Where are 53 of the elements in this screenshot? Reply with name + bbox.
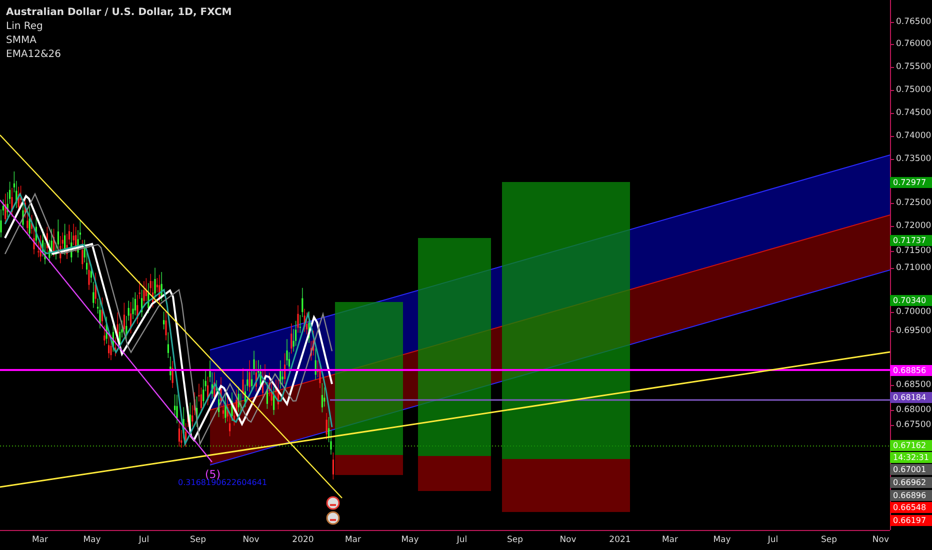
date-label: May [713, 535, 731, 545]
price-label: 0.68000 [896, 405, 932, 415]
price-label: 0.76500 [896, 17, 932, 27]
price-label: 0.72500 [896, 198, 932, 208]
price-badge: 0.67162 [890, 440, 932, 451]
legend-text: EMA12&26 [6, 48, 62, 61]
legend-text: SMMA [6, 34, 38, 47]
price-label: 0.68500 [896, 380, 932, 390]
price-label: 0.74000 [896, 131, 932, 141]
date-label: Sep [190, 535, 206, 545]
price-badge: 0.66197 [890, 515, 932, 526]
date-label: Nov [872, 535, 889, 545]
price-label: 0.70000 [896, 307, 932, 317]
date-label: 2020 [292, 535, 314, 545]
price-label: 0.76000 [896, 39, 932, 49]
price-badge: 0.68856 [890, 365, 932, 376]
event-icon[interactable] [326, 496, 340, 510]
price-label: 0.72000 [896, 221, 932, 231]
date-label: Sep [820, 535, 838, 545]
legend-text: Lin Reg [6, 20, 44, 33]
price-label: 0.69500 [896, 326, 932, 336]
date-label: May [83, 535, 101, 545]
value-label: 0.3168190622604641 [178, 478, 268, 487]
date-label: Jul [768, 535, 778, 545]
price-badge: 14:32:31 [890, 452, 932, 463]
date-label: Sep [506, 535, 524, 545]
date-label: Nov [242, 535, 260, 545]
price-label: 0.75500 [896, 62, 932, 72]
price-label: 0.74500 [896, 108, 932, 118]
date-label: Nov [560, 535, 576, 545]
date-label: Mar [32, 535, 48, 545]
price-badge: 0.67001 [890, 464, 932, 475]
date-label: Jul [456, 535, 468, 545]
price-badge: 0.72977 [890, 177, 932, 188]
legend-text: Australian Dollar / U.S. Dollar, 1D, FXCM [6, 6, 232, 19]
price-label: 0.67500 [896, 420, 932, 430]
price-badge: 0.68184 [890, 392, 932, 403]
price-label: 0.71500 [896, 246, 932, 256]
event-icon[interactable] [326, 511, 340, 525]
price-label: 0.75000 [896, 85, 932, 95]
date-label: May [401, 535, 419, 545]
date-label: Mar [344, 535, 362, 545]
price-label: 0.73500 [896, 154, 932, 164]
price-badge: 0.70340 [890, 295, 932, 306]
price-badge: 0.71737 [890, 235, 932, 246]
date-label: 2021 [609, 535, 631, 545]
price-badge: 0.66962 [890, 477, 932, 488]
price-badge: 0.66548 [890, 502, 932, 513]
wave-label: (5) [205, 468, 221, 481]
price-badge: 0.66896 [890, 490, 932, 501]
date-label: Jul [138, 535, 150, 545]
price-label: 0.71000 [896, 263, 932, 273]
date-label: Mar [662, 535, 678, 545]
